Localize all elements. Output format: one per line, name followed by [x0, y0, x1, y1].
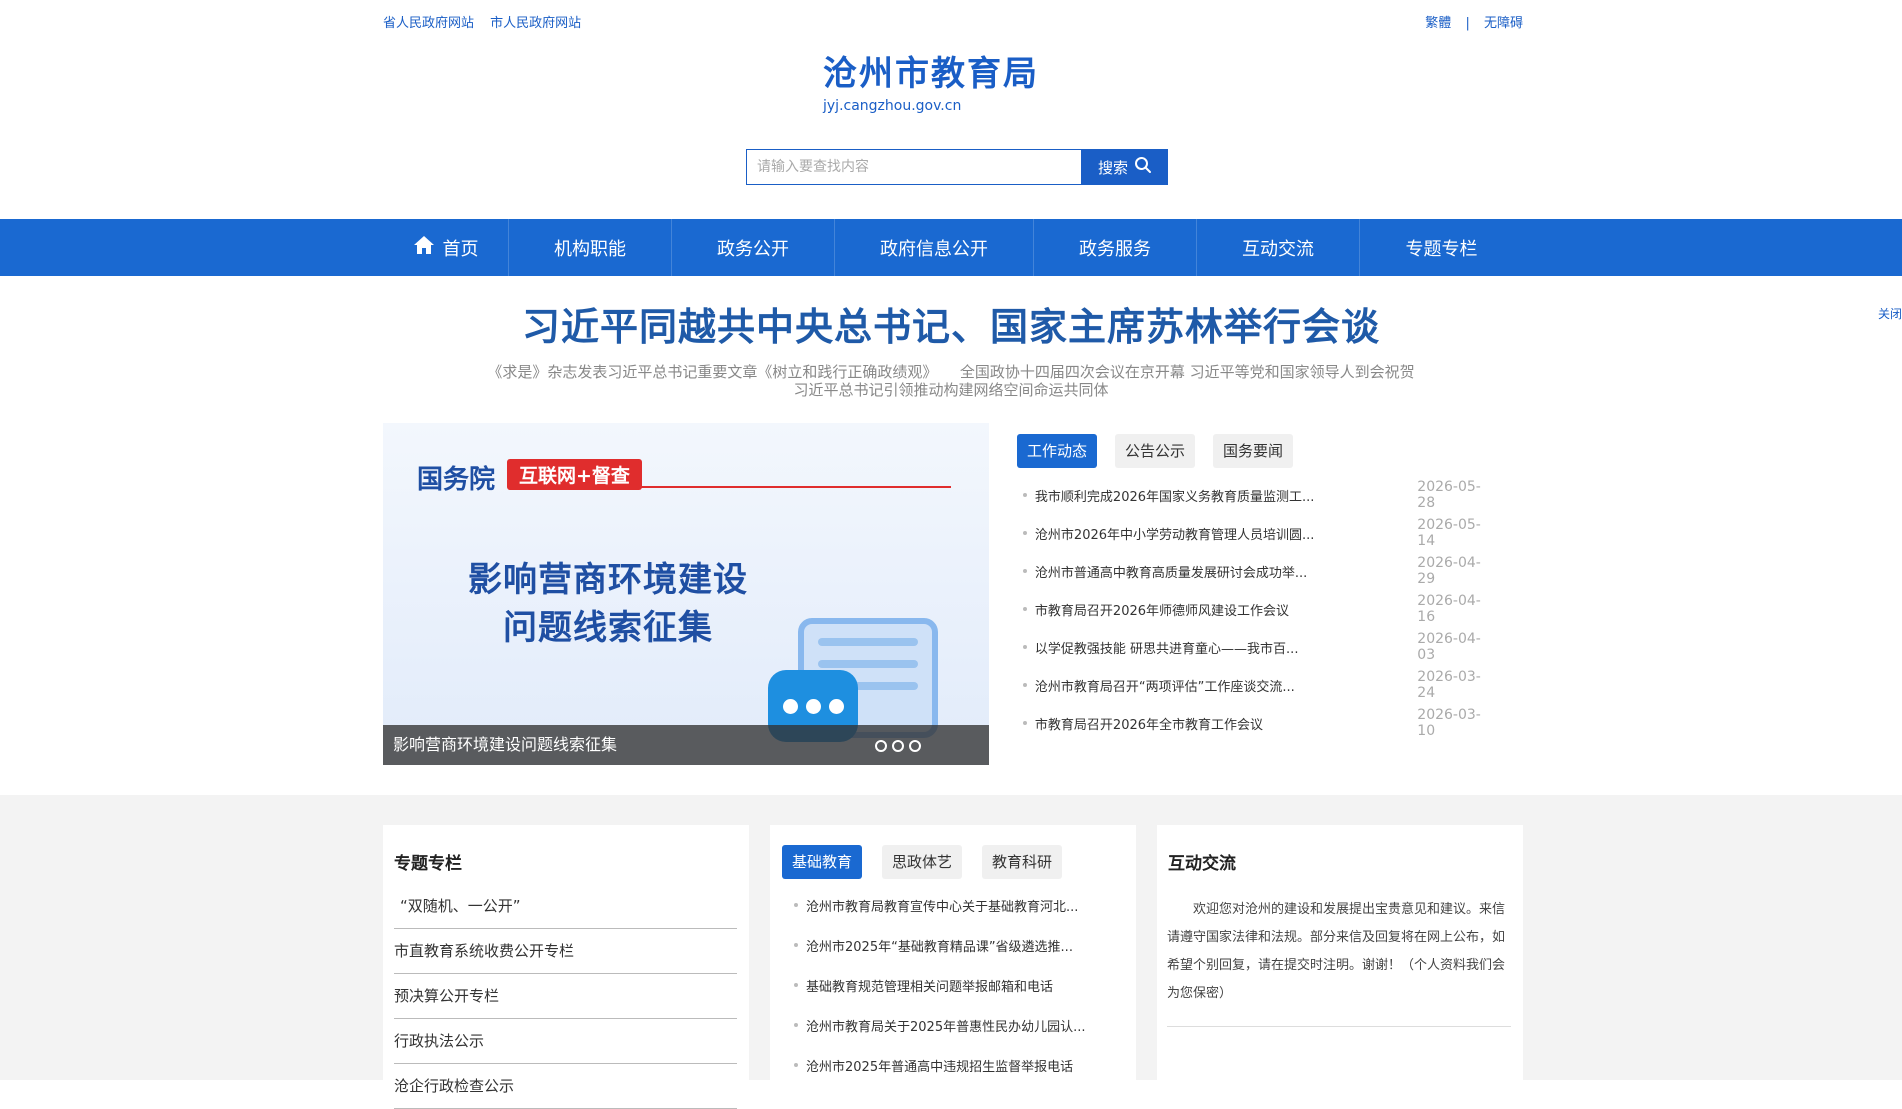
carousel-dots — [875, 740, 921, 752]
special-topics-card: 专题专栏 “双随机、一公开” 市直教育系统收费公开专栏 预决算公开专栏 行政执法… — [383, 825, 749, 1109]
accessibility-link[interactable]: 无障碍 — [1484, 16, 1523, 31]
top-left-links: 省人民政府网站 市人民政府网站 — [383, 12, 593, 31]
special-topic-item[interactable]: 市直教育系统收费公开专栏 — [394, 929, 737, 974]
news-date: 2026-04-29 — [1417, 555, 1481, 587]
tab-education-research[interactable]: 教育科研 — [982, 845, 1063, 879]
tab-basic-education[interactable]: 基础教育 — [782, 845, 863, 879]
bottom-section: 专题专栏 “双随机、一公开” 市直教育系统收费公开专栏 预决算公开专栏 行政执法… — [0, 795, 1902, 1109]
news-item[interactable]: 沧州市普通高中教育高质量发展研讨会成功举... 2026-04-29 — [1017, 552, 1497, 590]
news-date: 2026-04-16 — [1417, 593, 1481, 625]
banner-divider — [633, 486, 951, 488]
education-card: 基础教育 思政体艺 教育科研 沧州市教育局教育宣传中心关于基础教育河北... 沧… — [770, 825, 1136, 1085]
news-title: 沧州市2026年中小学劳动教育管理人员培训圆... — [1034, 527, 1315, 543]
banner-headline-2: 问题线索征集 — [503, 608, 713, 648]
carousel-dot[interactable] — [892, 740, 904, 752]
news-item[interactable]: 沧州市教育局召开“两项评估”工作座谈交流... 2026-03-24 — [1017, 666, 1497, 704]
interaction-title: 互动交流 — [1168, 854, 1236, 874]
tab-work-news[interactable]: 工作动态 — [1017, 434, 1098, 468]
news-list: 我市顺利完成2026年国家义务教育质量监测工... 2026-05-28 沧州市2… — [1017, 476, 1497, 742]
headline-sub-1[interactable]: 《求是》杂志发表习近平总书记重要文章《树立和践行正确政绩观》 全国政协十四届四次… — [0, 363, 1902, 381]
search-input[interactable] — [746, 149, 1082, 185]
news-item[interactable]: 以学促教强技能 研思共进育童心——我市百... 2026-04-03 — [1017, 628, 1497, 666]
news-item[interactable]: 我市顺利完成2026年国家义务教育质量监测工... 2026-05-28 — [1017, 476, 1497, 514]
headline-sub-2[interactable]: 习近平总书记引领推动构建网络空间命运共同体 — [0, 381, 1902, 399]
nav-label: 政府信息公开 — [880, 238, 988, 260]
interaction-text: 欢迎您对沧州的建设和发展提出宝贵意见和建议。来信请遵守国家法律和法规。部分来信及… — [1167, 902, 1506, 1001]
nav-institution[interactable]: 机构职能 — [509, 219, 672, 276]
nav-label: 政务服务 — [1079, 238, 1151, 260]
education-item[interactable]: 沧州市2025年普通高中违规招生监督举报电话 — [782, 1045, 1136, 1085]
side-close-link[interactable]: 关闭 — [1878, 305, 1902, 322]
news-date: 2026-03-10 — [1417, 707, 1481, 739]
headline-area: 习近平同越共中央总书记、国家主席苏林举行会谈 《求是》杂志发表习近平总书记重要文… — [0, 296, 1902, 399]
province-gov-link[interactable]: 省人民政府网站 — [383, 16, 474, 31]
search-bar: 搜索 — [746, 149, 1168, 185]
education-item[interactable]: 沧州市2025年“基础教育精品课”省级遴选推... — [782, 925, 1136, 965]
nav-home[interactable]: 首页 — [383, 219, 509, 276]
banner-carousel[interactable]: 国务院 互联网+督查 影响营商环境建设 问题线索征集 影响营商环境建设问题线索征… — [383, 423, 989, 765]
education-item[interactable]: 沧州市教育局教育宣传中心关于基础教育河北... — [782, 885, 1136, 925]
nav-interaction[interactable]: 互动交流 — [1197, 219, 1360, 276]
link-separator: | — [1465, 16, 1470, 31]
top-right-links: 繁體 | 无障碍 — [1425, 12, 1523, 31]
banner-tag: 互联网+督查 — [507, 459, 642, 490]
news-title: 以学促教强技能 研思共进育童心——我市百... — [1034, 641, 1299, 657]
top-link-bar: 省人民政府网站 市人民政府网站 繁體 | 无障碍 — [383, 0, 1523, 40]
nav-label: 政务公开 — [717, 238, 789, 260]
site-domain: jyj.cangzhou.gov.cn — [823, 98, 962, 114]
traditional-chinese-link[interactable]: 繁體 — [1425, 16, 1451, 31]
city-gov-link[interactable]: 市人民政府网站 — [490, 16, 581, 31]
special-topics-list: “双随机、一公开” 市直教育系统收费公开专栏 预决算公开专栏 行政执法公示 沧企… — [394, 884, 737, 1109]
news-panel: 工作动态 公告公示 国务要闻 我市顺利完成2026年国家义务教育质量监测工...… — [1017, 434, 1497, 742]
nav-label: 机构职能 — [554, 238, 626, 260]
interaction-divider — [1167, 1026, 1511, 1027]
news-tabs: 工作动态 公告公示 国务要闻 — [1017, 434, 1497, 468]
nav-label: 互动交流 — [1242, 238, 1314, 260]
nav-services[interactable]: 政务服务 — [1034, 219, 1197, 276]
main-nav: 首页 机构职能 政务公开 政府信息公开 政务服务 互动交流 专题专栏 — [0, 219, 1902, 276]
interaction-card: 互动交流 欢迎您对沧州的建设和发展提出宝贵意见和建议。来信请遵守国家法律和法规。… — [1157, 825, 1523, 1085]
carousel-dot[interactable] — [909, 740, 921, 752]
news-title: 市教育局召开2026年全市教育工作会议 — [1034, 717, 1264, 733]
nav-special-topics[interactable]: 专题专栏 — [1360, 219, 1523, 276]
site-logo[interactable]: 沧州市教育局 jyj.cangzhou.gov.cn — [823, 54, 1523, 114]
special-topic-item[interactable]: 预决算公开专栏 — [394, 974, 737, 1019]
special-topic-item[interactable]: 行政执法公示 — [394, 1019, 737, 1064]
news-title: 沧州市教育局召开“两项评估”工作座谈交流... — [1034, 679, 1295, 695]
home-icon — [413, 235, 435, 260]
nav-government-affairs[interactable]: 政务公开 — [672, 219, 835, 276]
news-title: 市教育局召开2026年师德师风建设工作会议 — [1034, 603, 1290, 619]
education-tabs: 基础教育 思政体艺 教育科研 — [782, 845, 1136, 879]
tab-announcements[interactable]: 公告公示 — [1115, 434, 1196, 468]
site-name: 沧州市教育局 — [823, 54, 1039, 94]
news-item[interactable]: 沧州市2026年中小学劳动教育管理人员培训圆... 2026-05-14 — [1017, 514, 1497, 552]
news-title: 我市顺利完成2026年国家义务教育质量监测工... — [1034, 489, 1315, 505]
tab-ideology-sports-arts[interactable]: 思政体艺 — [882, 845, 963, 879]
education-item[interactable]: 沧州市教育局关于2025年普惠性民办幼儿园认... — [782, 1005, 1136, 1045]
tab-state-news[interactable]: 国务要闻 — [1213, 434, 1294, 468]
news-date: 2026-04-03 — [1417, 631, 1481, 663]
news-date: 2026-05-28 — [1417, 479, 1481, 511]
education-item[interactable]: 基础教育规范管理相关问题举报邮箱和电话 — [782, 965, 1136, 1005]
news-date: 2026-03-24 — [1417, 669, 1481, 701]
special-topics-title: 专题专栏 — [394, 854, 462, 874]
carousel-dot[interactable] — [875, 740, 887, 752]
search-button[interactable]: 搜索 — [1082, 149, 1168, 185]
nav-government-info[interactable]: 政府信息公开 — [835, 219, 1034, 276]
nav-label: 首页 — [442, 238, 479, 260]
special-topic-item[interactable]: 沧企行政检查公示 — [394, 1064, 737, 1109]
headline-title[interactable]: 习近平同越共中央总书记、国家主席苏林举行会谈 — [0, 296, 1902, 351]
special-topic-item[interactable]: “双随机、一公开” — [394, 884, 737, 929]
nav-label: 专题专栏 — [1405, 238, 1478, 260]
news-item[interactable]: 市教育局召开2026年全市教育工作会议 2026-03-10 — [1017, 704, 1497, 742]
news-title: 沧州市普通高中教育高质量发展研讨会成功举... — [1034, 565, 1308, 581]
search-button-label: 搜索 — [1097, 158, 1128, 177]
banner-headline-1: 影响营商环境建设 — [468, 560, 748, 600]
news-date: 2026-05-14 — [1417, 517, 1481, 549]
news-item[interactable]: 市教育局召开2026年师德师风建设工作会议 2026-04-16 — [1017, 590, 1497, 628]
search-icon — [1134, 156, 1152, 178]
education-list: 沧州市教育局教育宣传中心关于基础教育河北... 沧州市2025年“基础教育精品课… — [782, 885, 1136, 1085]
banner-org: 国务院 — [417, 465, 496, 495]
